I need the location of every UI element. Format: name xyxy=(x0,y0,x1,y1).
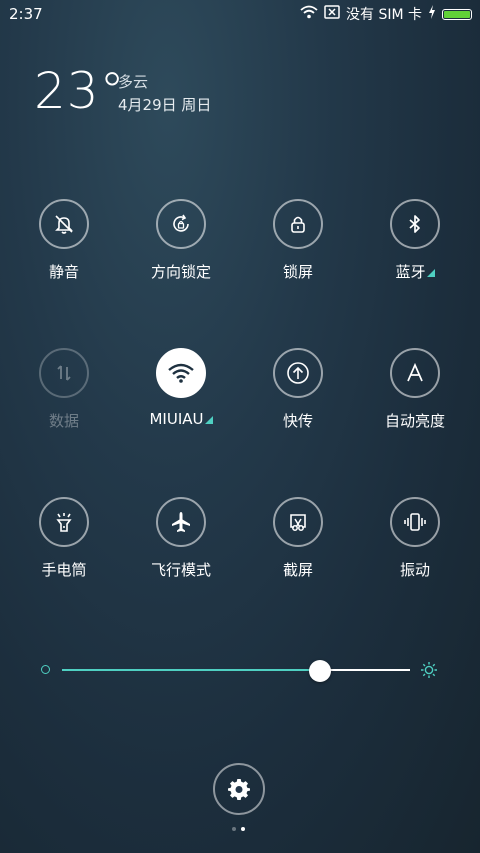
toggle-label: 截屏 xyxy=(282,561,313,579)
toggle-lock-screen[interactable]: 锁屏 xyxy=(243,199,353,282)
more-indicator-icon xyxy=(204,416,213,424)
battery-icon xyxy=(442,8,472,20)
no-sim-icon xyxy=(324,5,340,23)
toggle-wifi[interactable]: MIUIAU xyxy=(126,348,236,428)
toggle-label: 振动 xyxy=(399,561,430,579)
upload-icon[interactable] xyxy=(273,348,323,398)
toggle-rotation-lock[interactable]: 方向锁定 xyxy=(126,199,236,282)
toggle-label: 方向锁定 xyxy=(150,263,211,281)
page-indicator xyxy=(232,827,245,831)
weather-temperature: 23° xyxy=(34,62,126,120)
battery-level xyxy=(444,10,470,18)
toggle-label: 数据 xyxy=(48,412,79,430)
gear-icon xyxy=(228,779,250,800)
toggle-silent[interactable]: 静音 xyxy=(9,199,119,282)
toggle-label: 蓝牙 xyxy=(395,263,426,281)
toggle-auto-brightness[interactable]: 自动亮度 xyxy=(360,348,470,431)
toggle-flashlight[interactable]: 手电筒 xyxy=(9,497,119,580)
settings-button[interactable] xyxy=(213,763,265,815)
status-icons: 没有 SIM 卡 xyxy=(300,4,472,24)
brightness-fill xyxy=(62,669,320,671)
screenshot-icon[interactable] xyxy=(273,497,323,547)
toggle-label: 手电筒 xyxy=(41,561,87,579)
auto-brightness-icon[interactable] xyxy=(390,348,440,398)
wifi-icon xyxy=(300,5,318,23)
weather-condition: 多云 xyxy=(118,73,149,91)
vibrate-icon[interactable] xyxy=(390,497,440,547)
bluetooth-icon[interactable] xyxy=(390,199,440,249)
toggle-label: MIUIAU xyxy=(149,410,204,428)
bell-off-icon[interactable] xyxy=(39,199,89,249)
toggle-label-wrap: 蓝牙 xyxy=(360,261,470,282)
brightness-high-icon xyxy=(420,661,438,683)
toggle-bluetooth[interactable]: 蓝牙 xyxy=(360,199,470,282)
charging-icon xyxy=(428,5,436,23)
page-dot[interactable] xyxy=(232,827,236,831)
toggle-vibrate[interactable]: 振动 xyxy=(360,497,470,580)
brightness-slider[interactable] xyxy=(62,669,410,671)
wifi-icon[interactable] xyxy=(156,348,206,398)
more-indicator-icon xyxy=(426,269,435,277)
airplane-icon[interactable] xyxy=(156,497,206,547)
toggle-label: 自动亮度 xyxy=(384,412,445,430)
carrier-text: 没有 SIM 卡 xyxy=(346,7,422,23)
toggle-label: 锁屏 xyxy=(282,263,313,281)
status-time: 2:37 xyxy=(9,5,43,23)
toggle-quick-transfer[interactable]: 快传 xyxy=(243,348,353,431)
lock-icon[interactable] xyxy=(273,199,323,249)
toggle-label: 静音 xyxy=(48,263,79,281)
toggle-mobile-data[interactable]: 数据 xyxy=(9,348,119,431)
brightness-low-icon xyxy=(41,665,50,674)
weather-date: 4月29日 周日 xyxy=(118,96,212,114)
toggle-label: 快传 xyxy=(282,412,313,430)
mobile-data-icon[interactable] xyxy=(39,348,89,398)
toggle-label-wrap: MIUIAU xyxy=(126,410,236,428)
status-bar: 2:37 没有 SIM 卡 xyxy=(0,0,480,28)
toggle-airplane-mode[interactable]: 飞行模式 xyxy=(126,497,236,580)
toggle-screenshot[interactable]: 截屏 xyxy=(243,497,353,580)
toggle-label: 飞行模式 xyxy=(150,561,211,579)
page-dot-current[interactable] xyxy=(241,827,245,831)
brightness-thumb[interactable] xyxy=(308,660,331,682)
flashlight-icon[interactable] xyxy=(39,497,89,547)
rotation-lock-icon[interactable] xyxy=(156,199,206,249)
